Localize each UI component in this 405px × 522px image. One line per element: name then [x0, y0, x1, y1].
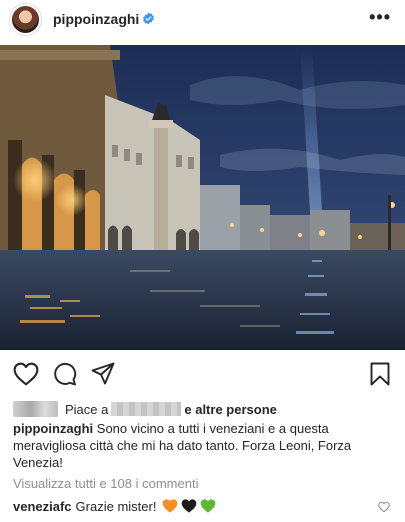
- venice-flood-night-image: [0, 45, 405, 350]
- orange-heart-icon: [163, 499, 178, 513]
- green-heart-icon: [201, 499, 216, 513]
- likes-prefix: Piace a: [65, 401, 109, 417]
- liker-name-redacted: [111, 402, 182, 416]
- comment-username[interactable]: veneziafc: [13, 499, 72, 514]
- post-photo[interactable]: [0, 45, 405, 350]
- likes-others-link[interactable]: e altre persone: [184, 402, 277, 417]
- action-bar: [0, 357, 405, 391]
- comment-like-heart-icon[interactable]: [378, 501, 390, 513]
- caption-username[interactable]: pippoinzaghi: [13, 421, 93, 436]
- more-options-icon[interactable]: •••: [369, 8, 391, 26]
- view-all-comments-link[interactable]: Visualizza tutti e 108 i commenti: [13, 476, 198, 491]
- black-heart-icon: [182, 499, 197, 513]
- post-caption: pippoinzaghi Sono vicino a tutti i venez…: [13, 420, 393, 471]
- share-icon[interactable]: [91, 362, 115, 386]
- likes-summary[interactable]: Piace a e altre persone: [13, 400, 277, 418]
- verified-badge-icon: [143, 12, 154, 25]
- liker-avatar: [13, 401, 58, 417]
- avatar[interactable]: [10, 4, 41, 35]
- heart-icon[interactable]: [13, 362, 39, 386]
- post-header: pippoinzaghi •••: [0, 0, 405, 40]
- comment-text: Grazie mister!: [75, 498, 157, 514]
- comment-item: veneziafc Grazie mister!: [13, 498, 216, 514]
- post-username[interactable]: pippoinzaghi: [53, 11, 139, 27]
- comment-icon[interactable]: [53, 362, 77, 386]
- bookmark-icon[interactable]: [369, 362, 391, 386]
